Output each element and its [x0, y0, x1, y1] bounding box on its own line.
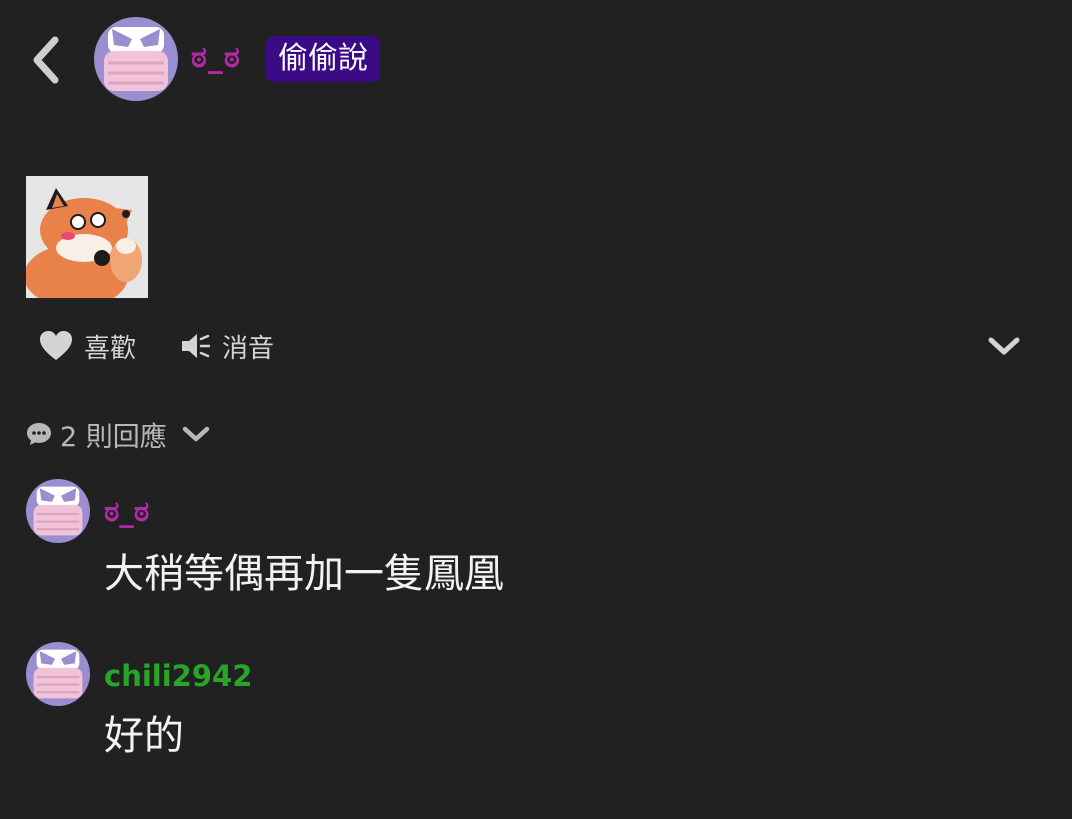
fox-sticker-image — [26, 176, 148, 298]
back-button[interactable] — [22, 32, 70, 88]
comment-author[interactable]: ಠ_ಠ — [104, 494, 149, 528]
anonymous-badge: 偷偷說 — [266, 36, 380, 82]
chevron-down-icon — [988, 337, 1020, 355]
reply-count-toggle[interactable]: 2 則回應 — [26, 414, 211, 454]
comment-bubble-icon — [27, 423, 51, 445]
chevron-left-icon — [33, 36, 59, 84]
heart-icon — [40, 331, 72, 360]
speaker-mute-icon — [182, 334, 210, 358]
mute-label: 消音 — [222, 333, 275, 364]
mute-button[interactable]: 消音 — [180, 326, 274, 366]
like-label: 喜歡 — [84, 333, 137, 364]
comment-avatar[interactable] — [26, 642, 90, 706]
comment-text: 大稍等偶再加一隻鳳凰 — [104, 551, 504, 597]
chevron-down-icon — [182, 426, 210, 442]
more-options-button[interactable] — [984, 326, 1024, 366]
author-name[interactable]: ಠ_ಠ — [191, 40, 241, 76]
comment-author[interactable]: chili2942 — [104, 659, 252, 693]
comment-text: 好的 — [104, 713, 184, 759]
reply-count-label: 2 則回應 — [60, 421, 167, 453]
author-avatar[interactable] — [94, 17, 178, 101]
comment-avatar[interactable] — [26, 479, 90, 543]
like-button[interactable]: 喜歡 — [40, 326, 136, 366]
